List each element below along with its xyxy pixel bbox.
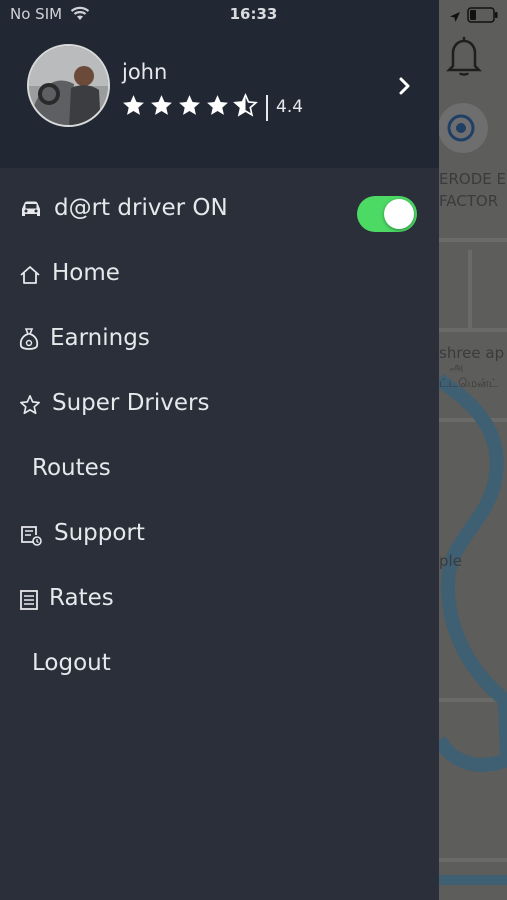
star-icon [19,394,41,420]
notification-bell-icon[interactable] [443,33,485,81]
map-label: FACTOR [439,192,499,210]
menu-item-label: Home [52,260,120,286]
toggle-knob [384,199,414,229]
navigation-drawer: john 4.4 d@rt driver ON Home Earnings Su… [0,0,439,900]
rating-divider [266,95,268,121]
star-filled-icon [179,95,200,115]
location-arrow-icon [449,8,461,27]
driver-status-label: d@rt driver ON [54,195,228,221]
star-filled-icon [207,95,228,115]
menu-item-super-drivers[interactable]: Super Drivers [0,380,439,432]
locate-me-button[interactable] [438,103,488,153]
rating-value: 4.4 [276,97,304,117]
star-half-icon [233,93,258,117]
menu-item-label: Routes [32,455,111,481]
menu-item-routes[interactable]: Routes [0,445,439,497]
map-label: shree ap [439,344,505,362]
money-bag-icon [19,327,39,357]
map-label: அ [450,360,464,374]
menu-item-rates[interactable]: Rates [0,575,439,627]
menu-item-label: Rates [49,585,114,611]
location-target-icon [447,114,475,142]
map-label: ERODE E [439,170,506,188]
avatar[interactable] [27,44,110,127]
battery-icon [467,7,499,27]
chevron-right-icon[interactable] [398,76,412,100]
user-name: john [122,60,168,84]
menu-item-label: Earnings [50,325,150,351]
menu-item-home[interactable]: Home [0,250,439,302]
star-filled-icon [151,95,172,115]
menu-item-label: Super Drivers [52,390,210,416]
rating-stars [121,93,258,118]
car-icon [19,200,43,224]
home-icon [19,264,41,290]
support-ticket-icon [19,524,43,552]
status-bar: No SIM 16:33 [0,0,507,30]
menu-item-logout[interactable]: Logout [0,640,439,692]
driver-status-toggle[interactable] [357,196,417,232]
menu-item-label: Logout [32,650,111,676]
map-label: ட்டமென்ட் [439,376,499,390]
list-icon [19,589,39,615]
menu-item-support[interactable]: Support [0,510,439,562]
clock-label: 16:33 [229,5,278,23]
menu-item-label: Support [54,520,145,546]
map-label: ple [439,552,462,570]
menu-item-earnings[interactable]: Earnings [0,315,439,367]
star-filled-icon [123,95,144,115]
